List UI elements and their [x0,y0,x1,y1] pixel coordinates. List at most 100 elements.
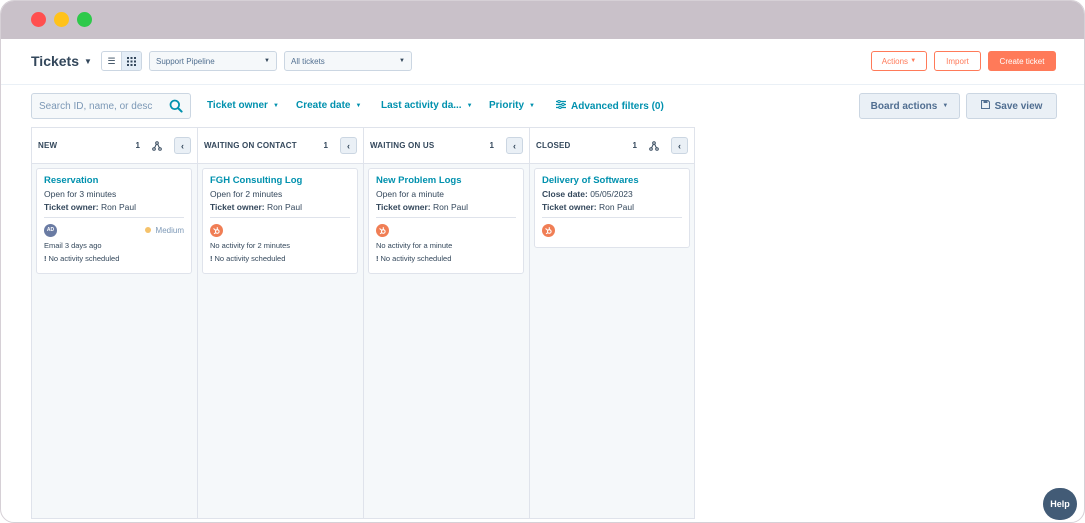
avatar[interactable]: AD [44,223,57,237]
scheduled-activity-label: No activity scheduled [214,254,286,263]
card-divider [376,217,516,218]
scheduled-activity-label: No activity scheduled [380,254,452,263]
board-actions-label: Board actions [870,100,938,112]
last-activity: No activity for a minute [376,241,453,250]
ticket-owner: Ticket owner: Ron Paul [44,202,184,212]
view-select[interactable]: All tickets ▼ [284,51,412,71]
board-column-waiting-on-us: WAITING ON US 1 ‹ New Problem Logs Open … [363,127,529,519]
scheduled-activity: ! No activity scheduled [376,254,516,263]
create-ticket-button[interactable]: Create ticket [988,51,1056,71]
ticket-title-link[interactable]: Reservation [44,175,184,186]
board-view-icon[interactable] [121,52,141,70]
hubspot-avatar-icon[interactable] [210,223,223,237]
ticket-owner: Ticket owner: Ron Paul [376,202,516,212]
view-select-value: All tickets [291,56,325,66]
priority-label: Medium [155,225,184,235]
ticket-owner: Ticket owner: Ron Paul [210,202,350,212]
ticket-title-link[interactable]: Delivery of Softwares [542,175,682,186]
maximize-window-button[interactable] [77,12,92,27]
filter-label: Priority [489,100,525,111]
card-meta-row [210,222,350,238]
close-date-value: 05/05/2023 [590,189,633,199]
automation-icon[interactable] [649,140,659,151]
search-input[interactable] [39,100,164,112]
exclamation-icon: ! [210,254,213,263]
pipeline-select[interactable]: Support Pipeline ▼ [149,51,277,71]
filter-create-date[interactable]: Create date ▼ [296,100,361,111]
scheduled-activity: ! No activity scheduled [44,254,184,263]
chevron-down-icon: ▼ [399,58,405,64]
card-meta-row [542,222,682,238]
card-divider [542,217,682,218]
collapse-column-button[interactable]: ‹ [671,137,688,154]
app-window: Tickets ▼ ☰ Support Pipeline ▼ All ticke… [0,0,1085,523]
column-count: 1 [323,141,328,150]
column-header: NEW 1 ‹ [32,128,197,164]
page-title: Tickets [31,53,79,69]
card-meta-row [376,222,516,238]
chevron-down-icon: ▼ [942,103,949,109]
actions-button[interactable]: Actions ▼ [871,51,927,71]
collapse-column-button[interactable]: ‹ [174,137,191,154]
close-window-button[interactable] [31,12,46,27]
card-meta-row: AD Medium [44,222,184,238]
ticket-title-link[interactable]: FGH Consulting Log [210,175,350,186]
advanced-filters-button[interactable]: Advanced filters (0) [556,99,664,112]
board-actions-button[interactable]: Board actions ▼ [859,93,960,119]
column-header: CLOSED 1 ‹ [530,128,694,164]
filter-priority[interactable]: Priority ▼ [489,100,535,111]
collapse-column-button[interactable]: ‹ [506,137,523,154]
filter-label: Last activity da... [381,100,462,111]
ticket-card[interactable]: Delivery of Softwares Close date: 05/05/… [534,168,690,248]
window-titlebar [1,1,1084,39]
import-button[interactable]: Import [934,51,981,71]
column-header: WAITING ON CONTACT 1 ‹ [198,128,363,164]
card-divider [210,217,350,218]
ticket-owner-label: Ticket owner: [376,202,431,212]
ticket-owner-value: Ron Paul [433,202,468,212]
list-view-icon[interactable]: ☰ [102,52,121,70]
column-title: WAITING ON US [370,141,435,150]
ticket-card[interactable]: New Problem Logs Open for a minute Ticke… [368,168,524,274]
ticket-card[interactable]: Reservation Open for 3 minutes Ticket ow… [36,168,192,274]
priority-dot-icon [144,227,151,233]
search-icon[interactable] [169,99,183,113]
priority-indicator: Medium [144,225,184,235]
board-column-waiting-on-contact: WAITING ON CONTACT 1 ‹ FGH Consulting Lo… [197,127,363,519]
board-column-closed: CLOSED 1 ‹ Delivery of Softwares Close d… [529,127,695,519]
page-header: Tickets ▼ ☰ Support Pipeline ▼ All ticke… [1,39,1084,85]
chevron-down-icon: ▼ [355,102,362,109]
filter-ticket-owner[interactable]: Ticket owner ▼ [207,100,279,111]
help-button[interactable]: Help [1043,488,1077,520]
column-title: NEW [38,141,58,150]
ticket-owner-value: Ron Paul [101,202,136,212]
save-view-button[interactable]: Save view [966,93,1057,119]
filter-label: Ticket owner [207,100,268,111]
hubspot-avatar-icon[interactable] [376,223,389,237]
exclamation-icon: ! [376,254,379,263]
ticket-owner-label: Ticket owner: [210,202,265,212]
scheduled-activity-label: No activity scheduled [48,254,120,263]
page-title-dropdown[interactable]: Tickets ▼ [31,53,92,69]
search-box [31,93,191,119]
column-count: 1 [135,141,140,150]
automation-icon[interactable] [152,140,162,151]
ticket-owner-label: Ticket owner: [44,202,99,212]
filter-sliders-icon [556,99,566,112]
chevron-down-icon: ▼ [466,102,473,109]
ticket-title-link[interactable]: New Problem Logs [376,175,516,186]
minimize-window-button[interactable] [54,12,69,27]
collapse-column-button[interactable]: ‹ [340,137,357,154]
last-activity: No activity for 2 minutes [210,241,291,250]
filter-last-activity-date[interactable]: Last activity da... ▼ [381,100,473,111]
chevron-down-icon: ▼ [84,56,92,66]
board-column-new: NEW 1 ‹ Reservation Open for 3 minutes T… [31,127,197,519]
ticket-card[interactable]: FGH Consulting Log Open for 2 minutes Ti… [202,168,358,274]
ticket-owner-label: Ticket owner: [542,202,597,212]
ticket-owner-value: Ron Paul [267,202,302,212]
pipeline-select-value: Support Pipeline [156,56,215,66]
column-count: 1 [489,141,494,150]
hubspot-avatar-icon[interactable] [542,223,555,237]
chevron-down-icon: ▼ [910,58,917,64]
filter-label: Create date [296,100,351,111]
